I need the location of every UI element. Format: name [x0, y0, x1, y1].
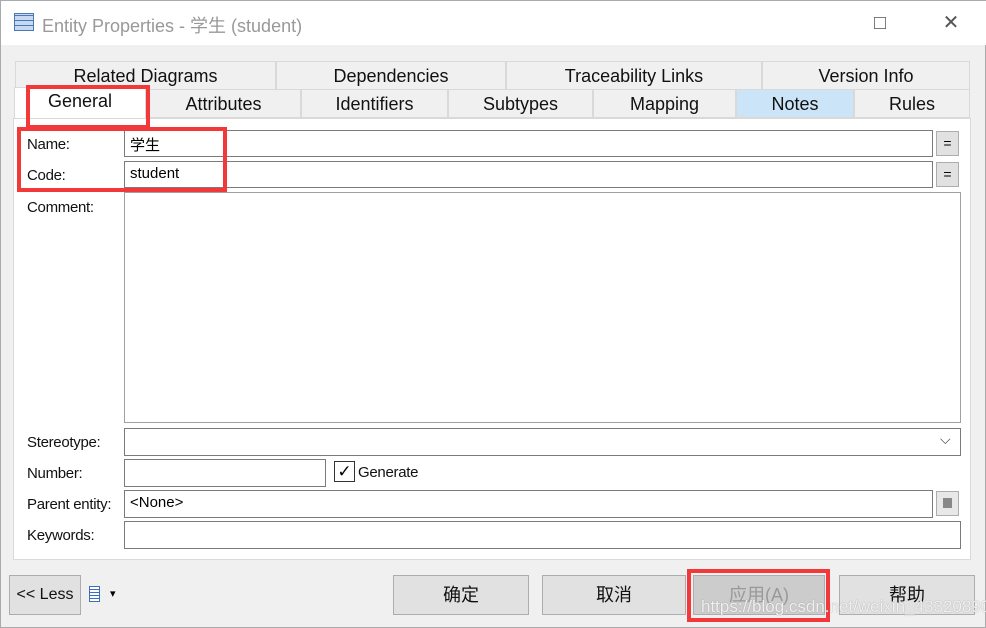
- tab-rules[interactable]: Rules: [854, 89, 970, 118]
- code-name-sync-button[interactable]: =: [936, 162, 959, 187]
- ok-button[interactable]: 确定: [393, 575, 529, 615]
- entity-table-icon: [14, 13, 34, 31]
- tab-notes[interactable]: Notes: [736, 89, 854, 118]
- code-input[interactable]: student: [124, 161, 933, 188]
- document-icon[interactable]: [89, 586, 100, 602]
- keywords-label: Keywords:: [27, 527, 95, 544]
- less-button[interactable]: << Less: [9, 575, 81, 615]
- number-input[interactable]: [124, 459, 326, 487]
- name-input[interactable]: 学生: [124, 130, 933, 157]
- parent-entity-properties-button[interactable]: [936, 491, 959, 516]
- keywords-input[interactable]: [124, 521, 961, 549]
- properties-icon: [943, 498, 952, 508]
- name-code-sync-button[interactable]: =: [936, 131, 959, 156]
- parent-entity-label: Parent entity:: [27, 496, 112, 513]
- tab-dependencies[interactable]: Dependencies: [276, 61, 506, 90]
- tab-attributes[interactable]: Attributes: [146, 89, 301, 118]
- cancel-button[interactable]: 取消: [542, 575, 686, 615]
- highlight-box-general: [26, 85, 150, 129]
- generate-checkbox[interactable]: ✓: [334, 461, 355, 482]
- generate-label: Generate: [358, 464, 419, 481]
- tab-mapping[interactable]: Mapping: [593, 89, 736, 118]
- tab-version-info[interactable]: Version Info: [762, 61, 970, 90]
- close-button[interactable]: ✕: [936, 9, 966, 37]
- tab-identifiers[interactable]: Identifiers: [301, 89, 448, 118]
- chevron-down-icon[interactable]: ⌵: [940, 431, 951, 448]
- maximize-button[interactable]: □: [865, 9, 895, 37]
- stereotype-label: Stereotype:: [27, 434, 101, 451]
- watermark: https://blog.csdn.net/weixin_43320890: [701, 597, 986, 616]
- number-label: Number:: [27, 465, 83, 482]
- comment-label: Comment:: [27, 199, 94, 216]
- highlight-box-name-code: [17, 127, 227, 192]
- comment-textarea[interactable]: [124, 192, 961, 423]
- parent-entity-input[interactable]: <None>: [124, 490, 933, 518]
- dropdown-arrow-icon[interactable]: ▾: [110, 587, 116, 600]
- tab-traceability-links[interactable]: Traceability Links: [506, 61, 762, 90]
- tab-subtypes[interactable]: Subtypes: [448, 89, 593, 118]
- window-title: Entity Properties - 学生 (student): [42, 16, 303, 36]
- stereotype-select[interactable]: [124, 428, 961, 456]
